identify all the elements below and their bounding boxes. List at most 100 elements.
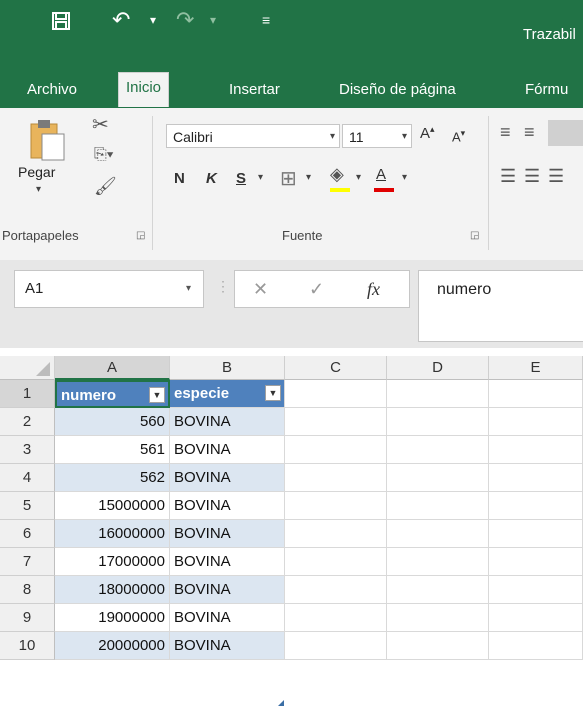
tab-inicio[interactable]: Inicio [118,72,170,107]
column-header-d[interactable]: D [387,356,489,380]
undo-dropdown-icon[interactable]: ▾ [150,0,156,46]
font-launcher-icon[interactable]: ◲ [470,230,479,241]
clipboard-launcher-icon[interactable]: ◲ [136,230,145,241]
cell[interactable] [285,380,387,408]
tab-formulas[interactable]: Fórmu [518,76,575,104]
cell[interactable] [285,520,387,548]
cell[interactable] [387,436,489,464]
tab-archivo[interactable]: Archivo [20,76,84,104]
table-cell[interactable]: BOVINA [170,520,285,548]
table-cell[interactable]: 20000000 [55,632,170,660]
formula-bar-grip-icon[interactable]: ⋮ [216,278,230,295]
underline-dropdown-icon[interactable]: ▾ [258,172,263,183]
cell[interactable] [387,576,489,604]
bold-button[interactable]: N [174,170,185,187]
table-cell[interactable]: BOVINA [170,492,285,520]
tab-diseno-de-pagina[interactable]: Diseño de página [332,76,463,104]
font-size-select[interactable]: 11 ▾ [342,124,412,148]
cell[interactable] [285,408,387,436]
cell[interactable] [489,408,583,436]
chevron-down-icon[interactable]: ▾ [186,271,191,307]
row-header[interactable]: 6 [0,520,55,548]
table-cell[interactable]: BOVINA [170,436,285,464]
cell[interactable] [489,380,583,408]
increase-font-size-icon[interactable]: A▴ [420,124,435,142]
fill-color-icon[interactable]: ◈ [330,164,344,185]
italic-button[interactable]: K [206,170,217,187]
cell[interactable] [489,632,583,660]
table-cell[interactable]: 560 [55,408,170,436]
cell[interactable] [387,632,489,660]
cell[interactable] [387,548,489,576]
enter-icon[interactable]: ✓ [309,279,324,300]
underline-button[interactable]: S [236,170,246,187]
cell[interactable] [489,576,583,604]
cell[interactable] [489,492,583,520]
copy-icon[interactable]: ⎘▾ [94,146,114,164]
paste-button[interactable]: Pegar ▾ [18,118,66,218]
font-color-dropdown-icon[interactable]: ▾ [402,172,407,183]
select-all-corner[interactable] [0,356,55,380]
cell[interactable] [387,492,489,520]
row-header[interactable]: 1 [0,380,55,408]
row-header[interactable]: 10 [0,632,55,660]
table-cell[interactable]: BOVINA [170,576,285,604]
cell[interactable] [489,436,583,464]
row-header[interactable]: 5 [0,492,55,520]
filter-dropdown-icon[interactable]: ▼ [149,387,165,403]
tab-insertar[interactable]: Insertar [222,76,287,104]
cell[interactable] [387,520,489,548]
format-painter-icon[interactable]: 🖌 [94,176,117,197]
cell[interactable] [285,604,387,632]
row-header[interactable]: 3 [0,436,55,464]
align-bottom-button[interactable] [548,120,583,146]
borders-dropdown-icon[interactable]: ▾ [306,172,311,183]
table-cell[interactable]: BOVINA [170,408,285,436]
table-cell[interactable]: 17000000 [55,548,170,576]
row-header[interactable]: 7 [0,548,55,576]
table-header-cell-b[interactable]: especie ▼ [170,380,285,408]
cell[interactable] [387,604,489,632]
insert-function-button[interactable]: fx [367,279,380,300]
row-header[interactable]: 9 [0,604,55,632]
align-top-icon[interactable]: ≡ [500,122,511,143]
table-cell[interactable]: 19000000 [55,604,170,632]
cell[interactable] [489,520,583,548]
cell[interactable] [489,464,583,492]
table-cell[interactable]: BOVINA [170,604,285,632]
cell[interactable] [285,632,387,660]
column-header-e[interactable]: E [489,356,583,380]
cell[interactable] [285,576,387,604]
paste-dropdown-icon[interactable]: ▾ [36,184,41,195]
cell[interactable] [387,408,489,436]
align-right-icon[interactable]: ☰ [548,166,564,187]
table-cell[interactable]: 16000000 [55,520,170,548]
table-resize-handle[interactable] [278,700,284,706]
cell[interactable] [285,464,387,492]
table-cell[interactable]: 561 [55,436,170,464]
font-color-icon[interactable]: A [376,166,386,183]
cell[interactable] [489,548,583,576]
table-cell[interactable]: 562 [55,464,170,492]
table-cell[interactable]: BOVINA [170,548,285,576]
table-cell[interactable]: 18000000 [55,576,170,604]
borders-icon[interactable]: ⊞ [280,166,297,191]
decrease-font-size-icon[interactable]: A▾ [452,128,465,144]
customize-qat-icon[interactable]: ≡ [262,0,270,46]
font-name-select[interactable]: Calibri ▾ [166,124,340,148]
cell[interactable] [285,436,387,464]
column-header-c[interactable]: C [285,356,387,380]
filter-dropdown-icon[interactable]: ▼ [265,385,281,401]
table-cell[interactable]: BOVINA [170,464,285,492]
column-header-a[interactable]: A [55,356,170,380]
align-center-icon[interactable]: ☰ [524,166,540,187]
table-header-cell-a[interactable]: numero ▼ [55,380,170,408]
align-middle-icon[interactable]: ≡ [524,122,535,143]
table-cell[interactable]: BOVINA [170,632,285,660]
undo-icon[interactable]: ↶ [112,0,130,46]
align-left-icon[interactable]: ☰ [500,166,516,187]
cancel-icon[interactable]: ✕ [253,279,268,300]
row-header[interactable]: 8 [0,576,55,604]
cell[interactable] [387,380,489,408]
table-cell[interactable]: 15000000 [55,492,170,520]
